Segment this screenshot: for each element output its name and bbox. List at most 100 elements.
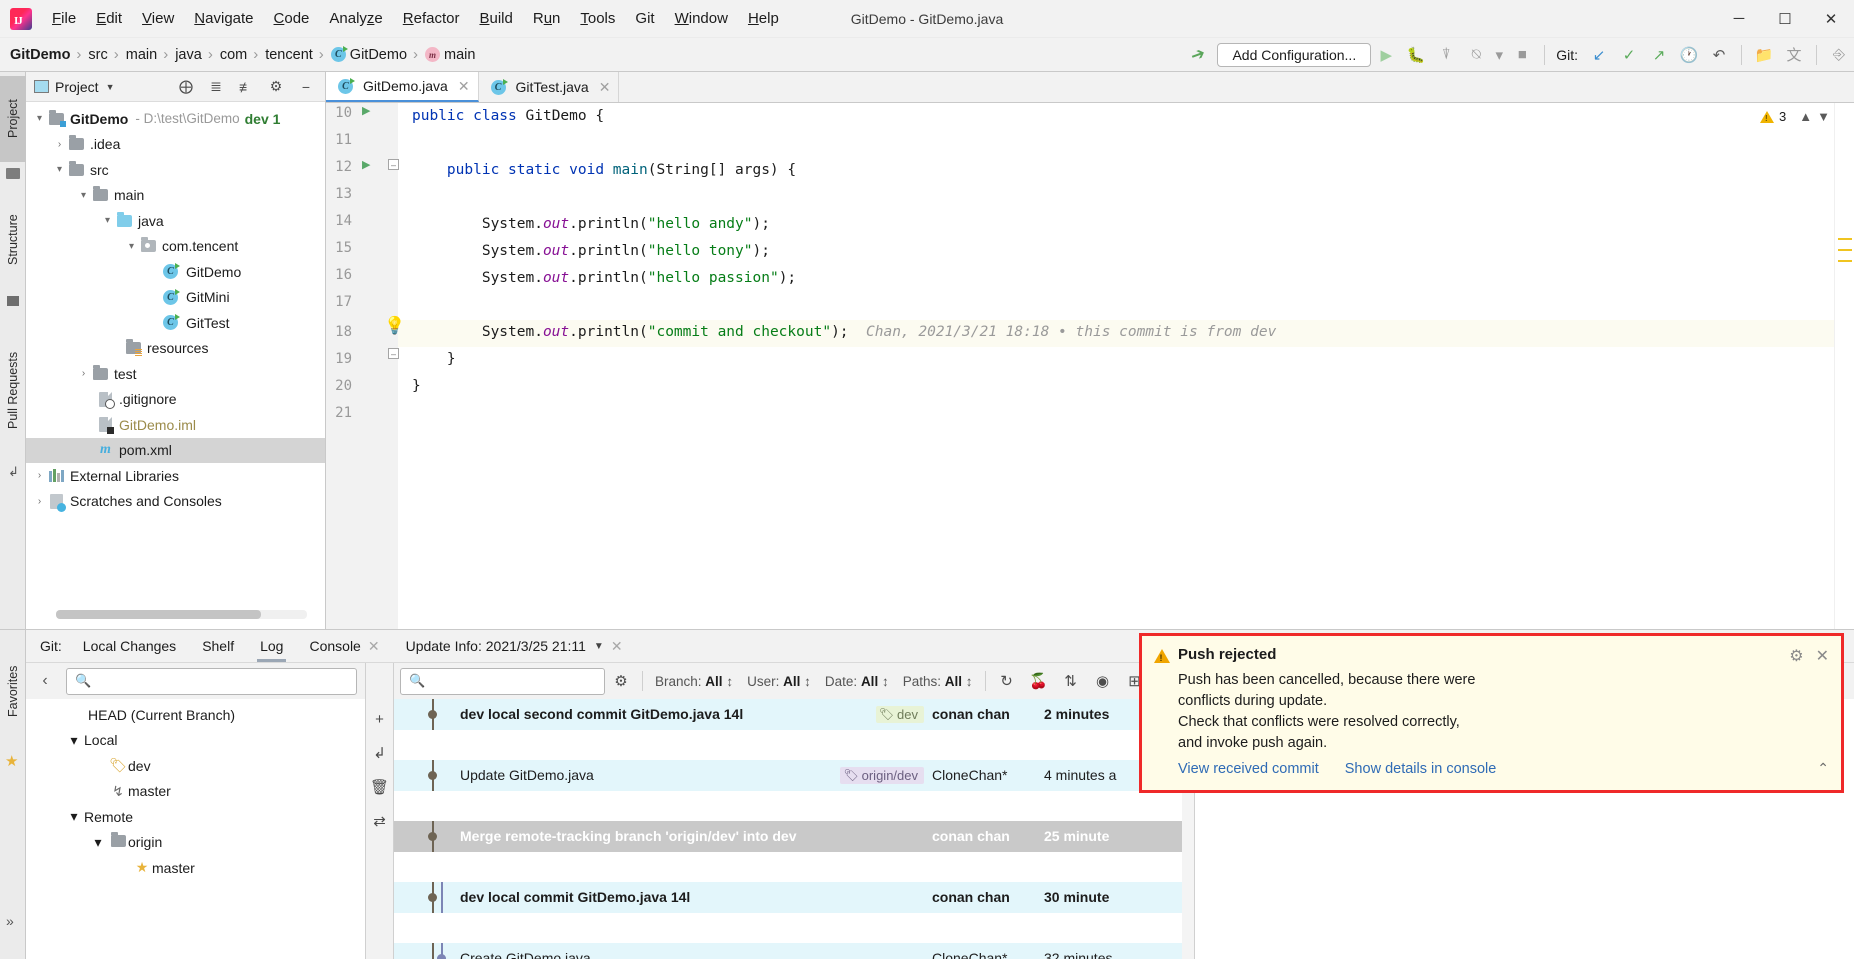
- tab-gittest-java[interactable]: C GitTest.java ✕: [479, 72, 620, 102]
- project-tree[interactable]: ▾ GitDemo - D:\test\GitDemo dev 1 › .ide…: [26, 102, 325, 629]
- build-hammer-icon[interactable]: ➔: [1177, 39, 1220, 71]
- chevron-right-icon[interactable]: ›: [32, 496, 47, 507]
- filter-branch[interactable]: Branch: All ↕: [648, 674, 740, 689]
- menu-navigate[interactable]: Navigate: [184, 6, 263, 31]
- minimize-button[interactable]: ─: [1716, 0, 1762, 38]
- branch-tree[interactable]: HEAD (Current Branch) ▾ Local 🏷 dev ↯ ma…: [26, 699, 365, 959]
- more-rail-icon[interactable]: »: [6, 913, 14, 929]
- breadcrumb-item-class[interactable]: C GitDemo: [329, 46, 409, 63]
- menu-tools[interactable]: Tools: [570, 6, 625, 31]
- menu-file[interactable]: FFileile: [42, 6, 86, 31]
- chevron-down-icon[interactable]: ▾: [100, 215, 115, 226]
- branch-tag-remote[interactable]: 🏷 origin/dev: [840, 766, 924, 784]
- table-row[interactable]: Create GitDemo.java CloneChan* 32 minute…: [394, 943, 1194, 959]
- terminal-icon[interactable]: ⎆: [1824, 46, 1854, 63]
- run-icon[interactable]: ▶: [1371, 46, 1401, 64]
- collapse-all-icon[interactable]: ≢: [231, 79, 261, 95]
- sidebar-tab-project[interactable]: Project: [0, 76, 26, 162]
- tree-node-gittest-class[interactable]: C GitTest: [26, 310, 325, 336]
- chevron-down-icon[interactable]: ▾: [32, 113, 47, 124]
- inspection-status[interactable]: 3 ▲ ▼: [1760, 109, 1830, 124]
- run-gutter-icon[interactable]: ▶: [362, 104, 370, 117]
- menu-refactor[interactable]: Refactor: [393, 6, 470, 31]
- close-icon[interactable]: ✕: [458, 78, 470, 95]
- close-icon[interactable]: ✕: [599, 79, 611, 96]
- branch-search-input[interactable]: 🔍: [66, 667, 357, 695]
- editor-gutter[interactable]: 10 11 12 13 14 15 16 17 18 19 20 21 ▶ ▶ …: [326, 103, 405, 629]
- menu-view[interactable]: View: [132, 6, 184, 31]
- branch-master-remote[interactable]: ★ master: [26, 855, 365, 881]
- chevron-right-icon[interactable]: ›: [32, 470, 47, 481]
- view-received-commit-link[interactable]: View received commit: [1178, 761, 1319, 777]
- expand-all-icon[interactable]: ≣: [201, 78, 231, 95]
- table-row[interactable]: Merge remote-tracking branch 'origin/dev…: [394, 821, 1194, 852]
- branch-head[interactable]: HEAD (Current Branch): [26, 702, 365, 728]
- push-icon[interactable]: ↗: [1644, 46, 1674, 64]
- collapse-left-icon[interactable]: ‹: [30, 672, 60, 690]
- branch-group-remote[interactable]: ▾ Remote: [26, 804, 365, 830]
- filter-date[interactable]: Date: All ↕: [818, 674, 896, 689]
- chevron-down-icon[interactable]: ▾: [76, 190, 91, 201]
- branch-tag-local[interactable]: 🏷 dev: [875, 705, 924, 723]
- close-icon[interactable]: ✕: [368, 638, 380, 655]
- translate-icon[interactable]: 文: [1779, 44, 1809, 65]
- show-details-in-console-link[interactable]: Show details in console: [1345, 761, 1497, 777]
- breadcrumb-item-java[interactable]: java: [173, 47, 204, 63]
- code-content[interactable]: public class GitDemo { public static voi…: [398, 103, 1834, 629]
- settings-gear-icon[interactable]: ⚙: [1789, 646, 1803, 666]
- tab-gitdemo-java[interactable]: C GitDemo.java ✕: [326, 72, 479, 102]
- tree-node-main[interactable]: ▾ main: [26, 183, 325, 209]
- locate-file-icon[interactable]: ⨁: [171, 78, 201, 95]
- chevron-down-icon[interactable]: ▼: [594, 641, 604, 652]
- run-gutter-icon[interactable]: ▶: [362, 158, 370, 171]
- maximize-button[interactable]: ☐: [1762, 0, 1808, 38]
- tab-log[interactable]: Log: [247, 630, 296, 662]
- tab-shelf[interactable]: Shelf: [189, 630, 247, 662]
- branch-origin[interactable]: ▾ origin: [26, 830, 365, 856]
- menu-edit[interactable]: Edit: [86, 6, 132, 31]
- tree-node-src[interactable]: ▾ src: [26, 157, 325, 183]
- branch-dev[interactable]: 🏷 dev: [26, 753, 365, 779]
- tree-node-gitignore[interactable]: .gitignore: [26, 387, 325, 413]
- tab-local-changes[interactable]: Local Changes: [70, 630, 189, 662]
- tree-node-external-libraries[interactable]: › External Libraries: [26, 463, 325, 489]
- sidebar-tab-structure[interactable]: Structure: [0, 190, 26, 290]
- hide-panel-icon[interactable]: −: [291, 79, 321, 95]
- tree-node-idea[interactable]: › .idea: [26, 132, 325, 158]
- push-rejected-notification[interactable]: Push rejected ⚙ ✕ Push has been cancelle…: [1139, 633, 1844, 793]
- revert-icon[interactable]: ↲: [366, 737, 393, 771]
- filter-user[interactable]: User: All ↕: [740, 674, 818, 689]
- chevron-down-icon[interactable]: ▾: [88, 834, 108, 851]
- tree-node-pom-xml[interactable]: m pom.xml: [26, 437, 325, 463]
- table-row[interactable]: dev local commit GitDemo.java 14l conan …: [394, 882, 1194, 913]
- commit-search-input[interactable]: 🔍: [400, 667, 605, 695]
- sidebar-tab-favorites[interactable]: Favorites: [0, 636, 26, 746]
- run-with-coverage-icon[interactable]: ⍒: [1431, 46, 1461, 63]
- add-configuration-button[interactable]: Add Configuration...: [1217, 42, 1372, 67]
- show-details-icon[interactable]: ◉: [1087, 672, 1119, 690]
- menu-build[interactable]: Build: [469, 6, 522, 31]
- breadcrumb-item-main[interactable]: main: [124, 47, 159, 63]
- editor-markers-gutter[interactable]: [1834, 103, 1854, 629]
- chevron-up-icon[interactable]: ⌃: [1817, 760, 1829, 777]
- delete-icon[interactable]: 🗑: [366, 771, 393, 805]
- tree-node-iml[interactable]: GitDemo.iml: [26, 412, 325, 438]
- menu-git[interactable]: Git: [625, 6, 664, 31]
- breadcrumb-item-tencent[interactable]: tencent: [263, 47, 315, 63]
- menu-analyze[interactable]: Analyze: [319, 6, 392, 31]
- settings-gear-icon[interactable]: ⚙: [261, 78, 291, 95]
- code-editor[interactable]: 10 11 12 13 14 15 16 17 18 19 20 21 ▶ ▶ …: [326, 103, 1854, 629]
- add-icon[interactable]: +: [366, 703, 393, 737]
- chevron-down-icon[interactable]: ▾: [1491, 46, 1507, 64]
- breadcrumb-item-src[interactable]: src: [86, 47, 109, 63]
- profile-icon[interactable]: ⍉: [1461, 46, 1491, 63]
- tree-node-test[interactable]: › test: [26, 361, 325, 387]
- menu-help[interactable]: Help: [738, 6, 789, 31]
- chevron-down-icon[interactable]: ▾: [64, 808, 84, 825]
- branch-group-local[interactable]: ▾ Local: [26, 728, 365, 754]
- debug-icon[interactable]: 🐛: [1401, 46, 1431, 64]
- close-icon[interactable]: ✕: [1816, 646, 1829, 666]
- close-icon[interactable]: ✕: [611, 638, 623, 655]
- commit-icon[interactable]: ✓: [1614, 46, 1644, 64]
- menu-run[interactable]: Run: [523, 6, 571, 31]
